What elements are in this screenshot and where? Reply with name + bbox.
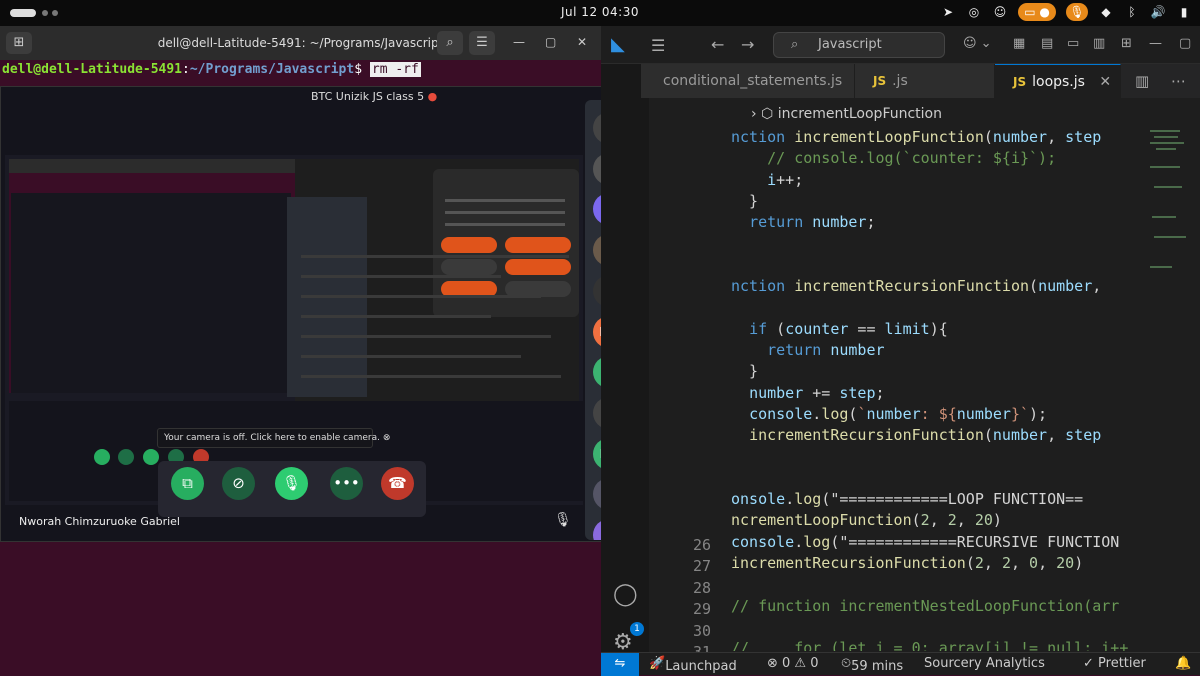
more-options-button[interactable]: ••• [330,467,363,500]
code-line: nction incrementLoopFunction(number, ste… [731,128,1102,146]
toast-text: Your camera is off. Click here to enable… [164,433,380,443]
end-call-button[interactable]: ☎ [381,467,414,500]
code-line: ncrementLoopFunction(2, 2, 20) [731,511,1002,530]
code-line: console.log(`number: ${number}`); [749,404,1048,423]
terminal-prompt[interactable]: dell@dell-Latitude-5491:~/Programs/Javas… [0,60,601,79]
tab-conditional-statements[interactable]: conditional_statements.js [641,64,855,98]
code-line: nction incrementRecursionFunction(number… [731,277,1102,296]
maximize-icon[interactable]: ▢ [1179,36,1191,51]
speaker-name: Nworah Chimzuruoke Gabriel [19,515,180,528]
line-number: 30 [692,622,711,640]
app-indicator-icon[interactable]: ◎ [966,3,982,21]
code-line: incrementRecursionFunction(2, 2, 0, 20) [731,554,1084,572]
code-line: onsole.log("============LOOP FUNCTION== [731,490,1084,509]
code-line: // console.log(`counter: ${i}`); [731,149,1057,168]
code-line: return number [767,341,885,359]
code-line: } [731,362,759,381]
system-top-bar: Jul 12 04:30 ➤ ◎ ☺ ▭ ● 🎙 ◆ ᛒ 🔊 ▮ [0,0,1200,26]
terminal-header: ⊞ dell@dell-Latitude-5491: ~/Programs/Ja… [0,26,601,60]
close-icon[interactable]: ✕ [577,35,587,49]
search-icon: ⌕ [791,37,799,52]
command-search-input[interactable]: Javascript [773,32,945,58]
code-line: // for (let i = 0; array[i] != null; i++ [731,639,1129,651]
activity-bar: ◯ ⚙ [601,64,649,655]
minimize-icon[interactable]: — [1149,36,1162,51]
forward-arrow-icon[interactable]: → [741,35,754,54]
vscode-titlebar: ◣ ☰ ← → Javascript ⌕ ☺ ⌄ ▦ ▤ ▭ ▥ ⊞ — ▢ [601,26,1200,64]
time-tracker[interactable]: ⏲ 59 mins [841,656,903,674]
close-tab-icon[interactable]: ✕ [1099,74,1111,90]
microphone-button[interactable]: 🎙 [275,467,308,500]
code-editor[interactable]: nction incrementLoopFunction(number, ste… [731,126,1141,651]
vscode-logo-icon: ◣ [611,34,625,55]
copilot-icon[interactable]: ☺ ⌄ [963,36,992,51]
back-arrow-icon[interactable]: ← [711,35,724,54]
launchpad-button[interactable]: 🚀 Launchpad [649,656,737,674]
network-icon[interactable]: ◆ [1098,3,1114,21]
menu-icon[interactable]: ☰ [469,31,495,55]
battery-icon[interactable]: ▮ [1176,3,1192,21]
code-line: return number; [749,213,876,232]
meeting-title: BTC Unizik JS class 5 ● [311,90,438,103]
typed-command: rm -rf [369,62,421,77]
line-number: 29 [692,600,711,618]
tab-js[interactable]: JS .js [855,64,995,98]
settings-badge: 1 [630,622,644,636]
sourcery-analytics[interactable]: Sourcery Analytics [924,656,1045,671]
breadcrumb[interactable]: › ⬡ incrementLoopFunction [751,106,942,122]
minimize-icon[interactable]: — [513,35,525,49]
screen-share-view [5,155,583,505]
line-number: 28 [692,579,711,597]
menu-icon[interactable]: ☰ [651,36,665,55]
microphone-icon: 🎙 [554,512,572,528]
editor-tabs: conditional_statements.js JS .js JS loops.… [641,64,1200,98]
screen-share-indicator-icon[interactable]: ▭ ● [1018,3,1056,21]
remote-button[interactable]: ⇋ [601,653,639,676]
search-text: Javascript [818,37,882,52]
layout-icon[interactable]: ▦ [1013,36,1025,51]
code-line: i++; [767,170,804,189]
bluetooth-icon[interactable]: ᛒ [1124,3,1140,21]
notifications-icon[interactable]: 🔔 [1175,656,1191,671]
code-line: number += step; [749,383,885,402]
prettier-button[interactable]: ✓ Prettier [1083,656,1146,671]
code-line: incrementRecursionFunction(number, step [749,426,1102,445]
close-icon[interactable]: ⊗ [383,433,391,443]
line-number: 26 [692,536,711,554]
split-editor-icon[interactable]: ▥ [1135,72,1149,90]
vscode-window: ◣ ☰ ← → Javascript ⌕ ☺ ⌄ ▦ ▤ ▭ ▥ ⊞ — ▢ ◯… [601,26,1200,676]
toggle-panel-icon[interactable]: ▭ [1067,36,1079,51]
search-icon[interactable]: ⌕ [437,31,463,55]
shared-screen-thumbnail [5,155,583,505]
account-icon[interactable]: ◯ [613,582,638,607]
code-line: // function incrementNestedLoopFunction(… [731,596,1120,615]
status-bar: ⇋ 🚀 Launchpad ⊗ 0 ⚠ 0 ⏲ 59 mins Sourcery… [601,652,1200,676]
camera-off-toast[interactable]: Your camera is off. Click here to enable… [157,428,390,448]
telegram-icon[interactable]: ➤ [940,3,956,21]
recording-dot: ● [427,90,438,103]
problems-button[interactable]: ⊗ 0 ⚠ 0 [767,656,819,671]
terminal-title: dell@dell-Latitude-5491: ~/Programs/Java… [157,36,444,50]
prompt-path: ~/Programs/Javascript [189,62,355,77]
microphone-indicator-icon[interactable]: 🎙 [1066,3,1088,21]
code-line: console.log("============RECURSIVE FUNCT… [731,532,1120,551]
prompt-user: dell@dell-Latitude-5491 [2,62,183,77]
screen-share-button[interactable]: ⧉ [171,467,204,500]
system-tray: ➤ ◎ ☺ ▭ ● 🎙 ◆ ᛒ 🔊 ▮ [940,3,1192,21]
more-actions-icon[interactable]: ⋯ [1171,72,1186,90]
toggle-secondary-sidebar-icon[interactable]: ▥ [1093,36,1105,51]
code-line: } [731,191,759,210]
camera-off-button[interactable]: ⊘ [222,467,255,500]
toggle-sidebar-icon[interactable]: ▤ [1041,36,1053,51]
volume-icon[interactable]: 🔊 [1150,3,1166,21]
face-icon[interactable]: ☺ [992,3,1008,21]
tab-loops[interactable]: JS loops.js ✕ [995,64,1121,98]
maximize-icon[interactable]: ▢ [545,35,556,49]
code-line: if (counter == limit){ [749,319,948,338]
line-number: 27 [692,557,711,575]
minimap[interactable] [1146,126,1192,646]
layout-grid-icon[interactable]: ⊞ [1121,36,1132,51]
